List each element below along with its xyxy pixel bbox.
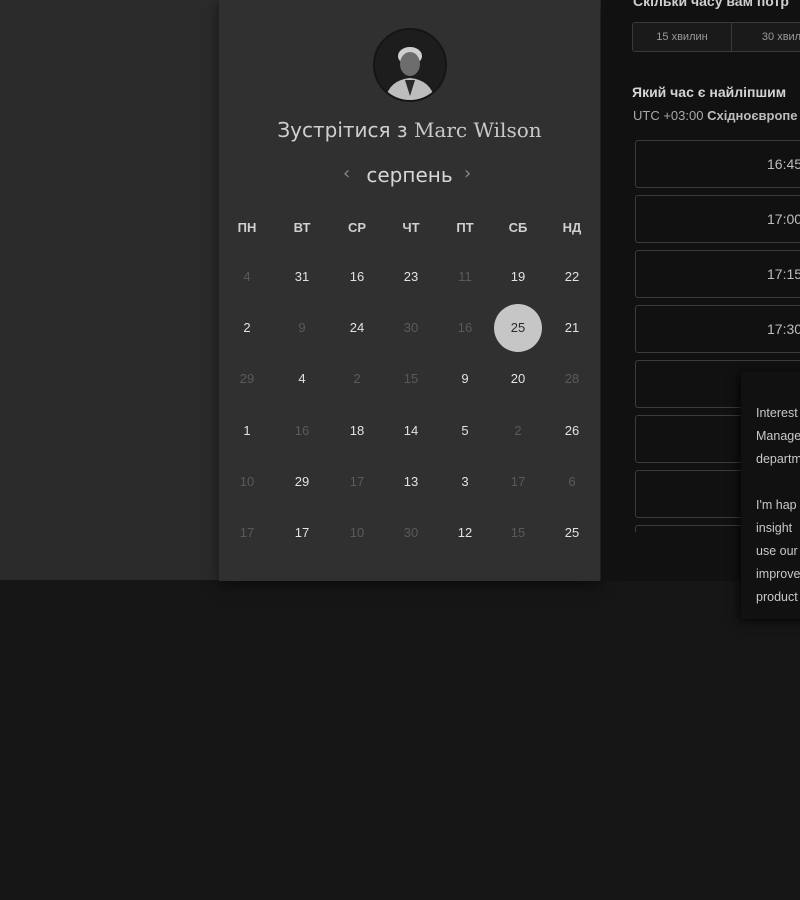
duration-selector: 15 хвилин 30 хвил — [632, 22, 800, 52]
tooltip-line: Manage — [756, 429, 800, 443]
best-time-question: Який час є найліпшим — [632, 84, 787, 100]
calendar-day: 2 — [353, 371, 361, 386]
calendar-day-selected[interactable]: 25 — [494, 304, 542, 352]
booking-card: Зустрітися з Marc Wilson ‹ серпень › ПН В… — [219, 0, 600, 581]
calendar-day: 17 — [349, 474, 365, 489]
calendar-day[interactable]: 9 — [441, 355, 489, 403]
tooltip-line: I'm hap — [756, 498, 797, 512]
calendar-day: 30 — [403, 320, 419, 335]
time-slot-button[interactable]: 17:15 — [635, 250, 800, 298]
tooltip-line: Interest — [756, 406, 798, 420]
calendar-day: 6 — [568, 474, 576, 489]
calendar-day[interactable]: 5 — [441, 407, 489, 455]
time-slot-label: 17:15 — [767, 266, 800, 282]
calendar-day: 10 — [349, 525, 365, 540]
host-name: Marc Wilson — [413, 118, 542, 142]
weekday-header: ВТ — [293, 220, 311, 235]
calendar-day[interactable]: 29 — [278, 458, 326, 506]
tooltip-line: product — [756, 590, 798, 604]
tooltip-paragraph-2: I'm hap insight use our improve product — [756, 494, 800, 609]
calendar-day[interactable]: 1 — [223, 407, 271, 455]
calendar-day[interactable]: 19 — [494, 253, 542, 301]
calendar-day: 29 — [239, 371, 255, 386]
calendar-day[interactable]: 23 — [387, 253, 435, 301]
weekday-header: СБ — [508, 220, 528, 235]
calendar-day: 16 — [294, 423, 310, 438]
calendar-day: 16 — [457, 320, 473, 335]
time-slot-label: 16:45 — [767, 156, 800, 172]
calendar-day: 4 — [243, 269, 251, 284]
time-slot-label: 17:00 — [767, 211, 800, 227]
weekday-header: ПН — [237, 220, 257, 235]
calendar-day: 9 — [298, 320, 306, 335]
calendar-day: 30 — [403, 525, 419, 540]
timezone-offset: UTC +03:00 — [633, 108, 704, 123]
timezone-label: UTC +03:00 Східноєвропе — [633, 108, 798, 123]
calendar-day[interactable]: 21 — [548, 304, 596, 352]
meeting-title-prefix: Зустрітися з — [277, 118, 408, 142]
duration-option-30[interactable]: 30 хвил — [732, 23, 800, 51]
chevron-right-icon[interactable]: › — [464, 162, 471, 186]
weekday-header: ЧТ — [402, 220, 420, 235]
calendar-day[interactable]: 14 — [387, 407, 435, 455]
calendar-day[interactable]: 13 — [387, 458, 435, 506]
tooltip-paragraph-1: Interest Manage departm — [756, 402, 800, 471]
timezone-name: Східноєвропе — [707, 108, 798, 123]
tooltip-line: improve — [756, 567, 800, 581]
tooltip-line: use our — [756, 544, 798, 558]
time-slot-button[interactable]: 17:00 — [635, 195, 800, 243]
calendar-day[interactable]: 25 — [548, 509, 596, 557]
calendar-day[interactable]: 4 — [278, 355, 326, 403]
calendar-day[interactable]: 26 — [548, 407, 596, 455]
calendar-day[interactable]: 3 — [441, 458, 489, 506]
month-navigation: ‹ серпень › — [219, 162, 600, 188]
weekday-header: НД — [562, 220, 582, 235]
avatar — [373, 28, 447, 102]
meeting-title: Зустрітися з Marc Wilson — [219, 118, 600, 142]
month-label: серпень — [366, 163, 453, 187]
weekday-header: СР — [347, 220, 367, 235]
calendar-day[interactable]: 17 — [278, 509, 326, 557]
calendar-day: 15 — [403, 371, 419, 386]
tooltip-line: insight — [756, 521, 793, 535]
time-slot-button[interactable]: 16:45 — [635, 140, 800, 188]
calendar-day[interactable]: 2 — [223, 304, 271, 352]
time-slot-label: 17:30 — [767, 321, 800, 337]
calendar-day: 11 — [458, 269, 472, 284]
calendar-day[interactable]: 18 — [333, 407, 381, 455]
calendar-day: 28 — [564, 371, 580, 386]
calendar-day: 17 — [510, 474, 526, 489]
calendar-day[interactable]: 16 — [333, 253, 381, 301]
duration-option-15[interactable]: 15 хвилин — [633, 23, 733, 51]
calendar-day: 15 — [510, 525, 526, 540]
calendar-day: 17 — [239, 525, 255, 540]
calendar-day[interactable]: 24 — [333, 304, 381, 352]
calendar-day[interactable]: 12 — [441, 509, 489, 557]
time-slot-button[interactable]: 17:30 — [635, 305, 800, 353]
calendar-day: 2 — [514, 423, 522, 438]
calendar-day[interactable]: 31 — [278, 253, 326, 301]
calendar-day: 10 — [239, 474, 255, 489]
duration-question: Скільки часу вам потр — [633, 0, 789, 9]
calendar-day[interactable]: 22 — [548, 253, 596, 301]
calendar-day[interactable]: 20 — [494, 355, 542, 403]
host-bio-tooltip: Interest Manage departm I'm hap insight … — [741, 372, 800, 619]
weekday-header: ПТ — [456, 220, 474, 235]
tooltip-line: departm — [756, 452, 800, 466]
